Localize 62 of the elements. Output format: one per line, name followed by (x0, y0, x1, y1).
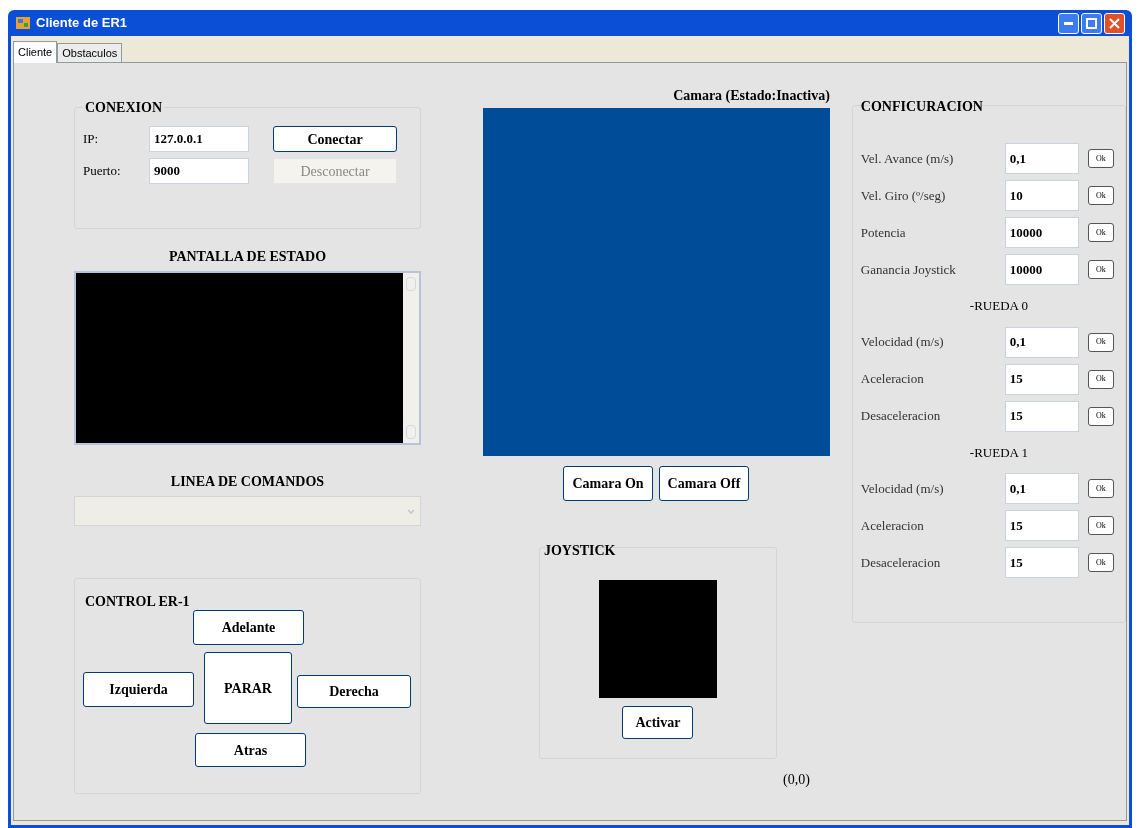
field-label: Velocidad (m/s) (860, 333, 945, 352)
field-label: Aceleracion (860, 370, 925, 389)
text-field[interactable]: 15 (1004, 363, 1079, 395)
text-field[interactable]: 0,1 (1004, 143, 1079, 174)
field-label: Vel. Avance (m/s) (860, 149, 955, 168)
camera-button[interactable]: Camara Off (658, 466, 750, 501)
field-label: Vel. Giro (º/seg) (860, 186, 947, 205)
ok-button[interactable]: Ok (1087, 186, 1114, 205)
ok-button[interactable]: Ok (1087, 223, 1114, 242)
field-label: Desaceleracion (860, 407, 942, 426)
text-field[interactable]: 9000 (149, 158, 249, 184)
ok-button[interactable]: Ok (1087, 406, 1114, 426)
field-label: IP: (83, 130, 100, 149)
text-field[interactable]: 127.0.0.1 (149, 126, 249, 152)
camera-status-label: Camara (Estado:Inactiva) (673, 87, 830, 105)
group-title: CONTROL ER-1 (85, 593, 190, 611)
tab[interactable]: Cliente (13, 41, 58, 63)
text-field[interactable]: 10000 (1004, 217, 1079, 248)
field-label: Aceleracion (860, 516, 925, 535)
section-heading: -RUEDA 0 (969, 297, 1028, 315)
text-field[interactable]: 15 (1004, 547, 1079, 578)
connection-button[interactable]: Conectar (273, 126, 397, 152)
field-label: Potencia (860, 223, 907, 242)
joystick-position: (0,0) (783, 771, 810, 789)
camera-button[interactable]: Camara On (563, 466, 653, 501)
section-title: LINEA DE COMANDOS (170, 473, 325, 491)
text-field[interactable]: 0,1 (1004, 473, 1079, 504)
ok-button[interactable]: Ok (1087, 516, 1114, 535)
close-icon (1109, 17, 1120, 29)
field-label: Velocidad (m/s) (860, 479, 945, 498)
minimize-icon (1064, 21, 1073, 25)
group-title: JOYSTICK (543, 542, 616, 560)
tab[interactable]: Obstaculos (57, 43, 123, 62)
ok-button[interactable]: Ok (1087, 369, 1114, 389)
text-field[interactable]: 10 (1004, 180, 1079, 211)
group-title: CONFICURACION (860, 98, 983, 116)
field-label: Ganancia Joystick (860, 260, 957, 279)
section-heading: -RUEDA 1 (969, 443, 1028, 462)
ok-button[interactable]: Ok (1087, 149, 1114, 168)
ok-button[interactable]: Ok (1087, 553, 1114, 572)
maximize-icon (1086, 17, 1097, 29)
ok-button[interactable]: Ok (1087, 260, 1114, 279)
window-title: Cliente de ER1 (36, 14, 128, 33)
text-field[interactable]: 15 (1004, 400, 1079, 432)
text-field[interactable]: 10000 (1004, 254, 1079, 285)
app-icon (15, 15, 31, 31)
control-button[interactable]: Adelante (193, 610, 304, 645)
field-label: Desaceleracion (860, 553, 942, 572)
control-button[interactable]: Atras (195, 733, 306, 767)
control-button[interactable]: Izquierda (83, 672, 194, 707)
ok-button[interactable]: Ok (1087, 479, 1114, 498)
activate-button[interactable]: Activar (622, 706, 694, 739)
minimize-button[interactable] (1058, 12, 1079, 34)
control-button[interactable]: PARAR (204, 652, 292, 724)
field-label: Puerto: (83, 162, 122, 181)
ok-button[interactable]: Ok (1087, 332, 1114, 352)
section-title: PANTALLA DE ESTADO (168, 248, 327, 266)
text-field[interactable]: 15 (1004, 510, 1079, 541)
text-field[interactable]: 0,1 (1004, 326, 1079, 358)
control-button[interactable]: Derecha (297, 675, 411, 708)
close-button[interactable] (1104, 12, 1125, 34)
maximize-button[interactable] (1081, 12, 1102, 34)
